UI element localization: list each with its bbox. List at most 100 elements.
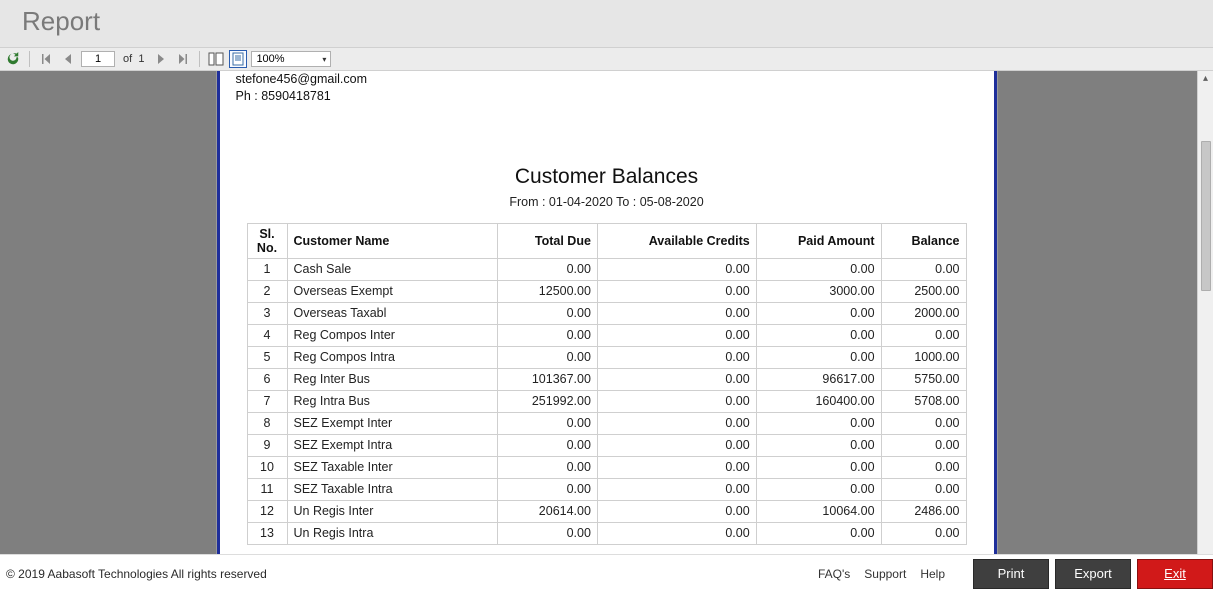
- cell-sl: 8: [247, 412, 287, 434]
- cell-due: 0.00: [497, 258, 597, 280]
- cell-paid: 0.00: [756, 302, 881, 324]
- cell-balance: 2486.00: [881, 500, 966, 522]
- cell-due: 20614.00: [497, 500, 597, 522]
- print-button[interactable]: Print: [973, 559, 1049, 589]
- cell-due: 0.00: [497, 522, 597, 544]
- balances-table: Sl. No. Customer Name Total Due Availabl…: [247, 223, 967, 545]
- chevron-down-icon: ▾: [322, 55, 326, 64]
- table-row: 7Reg Intra Bus251992.000.00160400.005708…: [247, 390, 966, 412]
- scroll-up-icon[interactable]: ▴: [1198, 71, 1213, 87]
- cell-due: 0.00: [497, 324, 597, 346]
- table-row: 10SEZ Taxable Inter0.000.000.000.00: [247, 456, 966, 478]
- cell-paid: 0.00: [756, 478, 881, 500]
- cell-credits: 0.00: [597, 346, 756, 368]
- cell-sl: 12: [247, 500, 287, 522]
- table-row: 6Reg Inter Bus101367.000.0096617.005750.…: [247, 368, 966, 390]
- org-email: stefone456@gmail.com: [236, 71, 982, 88]
- scroll-thumb[interactable]: [1201, 141, 1211, 291]
- toolbar-separator: [29, 51, 30, 67]
- cell-sl: 5: [247, 346, 287, 368]
- next-page-icon[interactable]: [152, 50, 170, 68]
- cell-balance: 0.00: [881, 258, 966, 280]
- table-header-row: Sl. No. Customer Name Total Due Availabl…: [247, 223, 966, 258]
- cell-sl: 6: [247, 368, 287, 390]
- cell-due: 0.00: [497, 412, 597, 434]
- report-viewport: stefone456@gmail.com Ph : 8590418781 Cus…: [0, 71, 1213, 554]
- window-header: Report: [0, 0, 1213, 47]
- print-layout-icon[interactable]: [229, 50, 247, 68]
- window-title: Report: [22, 6, 1213, 37]
- cell-name: Un Regis Intra: [287, 522, 497, 544]
- zoom-dropdown[interactable]: 100% ▾: [251, 51, 331, 67]
- page-layout-icon[interactable]: [207, 50, 225, 68]
- prev-page-icon[interactable]: [59, 50, 77, 68]
- cell-name: SEZ Exempt Intra: [287, 434, 497, 456]
- cell-balance: 0.00: [881, 434, 966, 456]
- cell-credits: 0.00: [597, 280, 756, 302]
- cell-paid: 0.00: [756, 412, 881, 434]
- cell-sl: 13: [247, 522, 287, 544]
- cell-due: 0.00: [497, 456, 597, 478]
- exit-button[interactable]: Exit: [1137, 559, 1213, 589]
- cell-credits: 0.00: [597, 522, 756, 544]
- table-row: 8SEZ Exempt Inter0.000.000.000.00: [247, 412, 966, 434]
- cell-balance: 2000.00: [881, 302, 966, 324]
- cell-name: Un Regis Inter: [287, 500, 497, 522]
- cell-sl: 7: [247, 390, 287, 412]
- zoom-value: 100%: [256, 53, 284, 65]
- cell-due: 0.00: [497, 434, 597, 456]
- cell-balance: 0.00: [881, 456, 966, 478]
- export-button[interactable]: Export: [1055, 559, 1131, 589]
- cell-credits: 0.00: [597, 324, 756, 346]
- cell-balance: 0.00: [881, 412, 966, 434]
- cell-name: Overseas Taxabl: [287, 302, 497, 324]
- col-name: Customer Name: [287, 223, 497, 258]
- cell-sl: 10: [247, 456, 287, 478]
- org-phone: Ph : 8590418781: [236, 88, 982, 105]
- table-row: 5Reg Compos Intra0.000.000.001000.00: [247, 346, 966, 368]
- cell-name: Overseas Exempt: [287, 280, 497, 302]
- cell-balance: 0.00: [881, 478, 966, 500]
- cell-credits: 0.00: [597, 368, 756, 390]
- current-page-input[interactable]: [81, 51, 115, 67]
- cell-sl: 2: [247, 280, 287, 302]
- cell-name: SEZ Exempt Inter: [287, 412, 497, 434]
- cell-due: 0.00: [497, 346, 597, 368]
- vertical-scrollbar[interactable]: ▴: [1197, 71, 1213, 554]
- first-page-icon[interactable]: [37, 50, 55, 68]
- cell-paid: 160400.00: [756, 390, 881, 412]
- toolbar-separator: [199, 51, 200, 67]
- cell-balance: 5750.00: [881, 368, 966, 390]
- table-row: 1Cash Sale0.000.000.000.00: [247, 258, 966, 280]
- table-row: 12Un Regis Inter20614.000.0010064.002486…: [247, 500, 966, 522]
- refresh-icon[interactable]: [4, 50, 22, 68]
- report-viewer-toolbar: of 1 100% ▾: [0, 47, 1213, 71]
- cell-credits: 0.00: [597, 258, 756, 280]
- cell-due: 101367.00: [497, 368, 597, 390]
- cell-credits: 0.00: [597, 412, 756, 434]
- cell-name: Reg Intra Bus: [287, 390, 497, 412]
- table-row: 4Reg Compos Inter0.000.000.000.00: [247, 324, 966, 346]
- table-row: 3Overseas Taxabl0.000.000.002000.00: [247, 302, 966, 324]
- cell-balance: 0.00: [881, 324, 966, 346]
- copyright-text: © 2019 Aabasoft Technologies All rights …: [6, 567, 267, 581]
- support-link[interactable]: Support: [864, 567, 906, 581]
- table-row: 13Un Regis Intra0.000.000.000.00: [247, 522, 966, 544]
- report-title: Customer Balances: [232, 165, 982, 189]
- footer-bar: © 2019 Aabasoft Technologies All rights …: [0, 554, 1213, 593]
- cell-paid: 0.00: [756, 258, 881, 280]
- last-page-icon[interactable]: [174, 50, 192, 68]
- help-link[interactable]: Help: [920, 567, 945, 581]
- cell-balance: 2500.00: [881, 280, 966, 302]
- cell-sl: 4: [247, 324, 287, 346]
- cell-paid: 96617.00: [756, 368, 881, 390]
- cell-name: SEZ Taxable Inter: [287, 456, 497, 478]
- cell-balance: 0.00: [881, 522, 966, 544]
- cell-paid: 0.00: [756, 456, 881, 478]
- cell-paid: 3000.00: [756, 280, 881, 302]
- cell-name: Reg Inter Bus: [287, 368, 497, 390]
- faqs-link[interactable]: FAQ's: [818, 567, 850, 581]
- page-of-label: of 1: [119, 53, 148, 65]
- cell-sl: 9: [247, 434, 287, 456]
- cell-name: Cash Sale: [287, 258, 497, 280]
